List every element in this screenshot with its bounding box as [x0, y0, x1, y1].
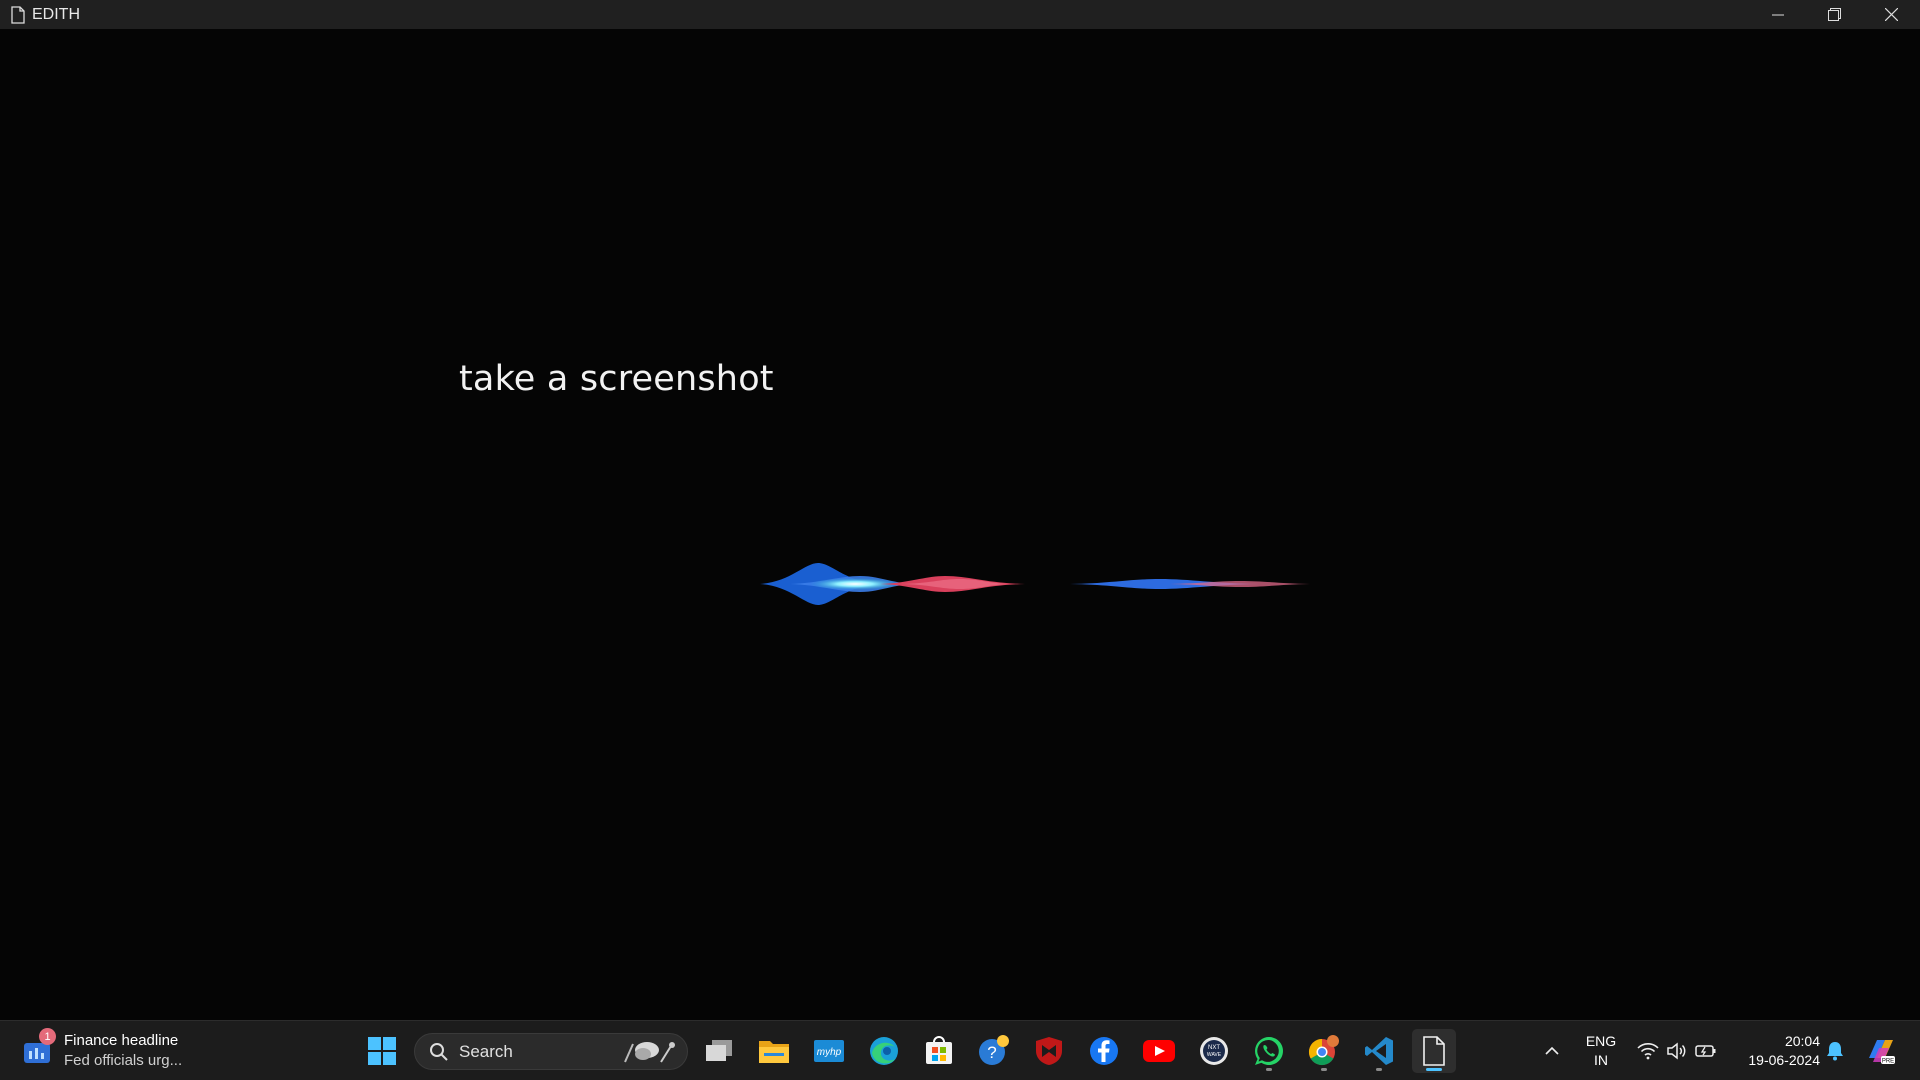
mcafee-button[interactable] [1027, 1029, 1071, 1073]
wifi-icon[interactable] [1636, 1039, 1660, 1063]
restore-icon [1828, 8, 1841, 21]
search-highlight-icon [619, 1038, 679, 1071]
edith-icon [1423, 1036, 1445, 1066]
nxtwave-button[interactable]: NXT WAVE [1192, 1029, 1236, 1073]
search-label: Search [459, 1041, 513, 1061]
news-widget[interactable]: 1 Finance headline Fed officials urg... [20, 1027, 182, 1075]
title-bar: EDITH [0, 0, 1920, 29]
edge-button[interactable] [862, 1029, 906, 1073]
store-button[interactable] [917, 1029, 961, 1073]
whatsapp-button[interactable] [1247, 1029, 1291, 1073]
document-icon [7, 4, 29, 26]
chrome-button[interactable] [1302, 1029, 1346, 1073]
notifications-button[interactable] [1823, 1039, 1847, 1063]
nxtwave-icon: NXT WAVE [1200, 1037, 1228, 1065]
mcafee-icon [1036, 1037, 1062, 1065]
facebook-icon [1090, 1037, 1118, 1065]
edge-icon [870, 1037, 898, 1065]
battery-icon[interactable] [1694, 1039, 1718, 1063]
clock-date: 19-06-2024 [1748, 1052, 1820, 1068]
assistant-view: take a screenshot [0, 29, 1920, 1020]
svg-text:NXT: NXT [1208, 1045, 1220, 1051]
copilot-icon: PRE [1869, 1040, 1895, 1065]
region-code: IN [1594, 1052, 1608, 1068]
close-button[interactable] [1863, 0, 1920, 29]
minimize-button[interactable] [1749, 0, 1806, 29]
svg-text:PRE: PRE [1882, 1059, 1894, 1065]
svg-text:myhp: myhp [817, 1047, 842, 1058]
speech-transcript: take a screenshot [459, 359, 774, 399]
restore-button[interactable] [1806, 0, 1863, 29]
start-button[interactable] [360, 1029, 404, 1073]
svg-text:WAVE: WAVE [1207, 1052, 1222, 1058]
language-indicator[interactable]: ENG IN [1583, 1032, 1619, 1070]
search-box[interactable]: Search [414, 1033, 688, 1070]
volume-icon[interactable] [1665, 1039, 1689, 1063]
show-hidden-icons-button[interactable] [1540, 1039, 1564, 1063]
bell-icon [1827, 1042, 1843, 1061]
voice-waveform [470, 563, 1450, 605]
task-view-button[interactable] [697, 1029, 741, 1073]
chevron-up-icon [1545, 1046, 1559, 1055]
language-code: ENG [1585, 1033, 1617, 1049]
running-indicator [1321, 1068, 1327, 1071]
widget-subline: Fed officials urg... [64, 1052, 183, 1069]
edith-button[interactable] [1412, 1029, 1456, 1073]
get-help-button[interactable]: ? [972, 1029, 1016, 1073]
widget-headline: Finance headline [64, 1032, 179, 1049]
file-explorer-icon [759, 1041, 789, 1063]
running-indicator [1266, 1068, 1272, 1071]
help-icon: ? [979, 1035, 1009, 1065]
chrome-icon [1308, 1035, 1339, 1066]
active-indicator [1426, 1068, 1442, 1071]
window-title: EDITH [32, 5, 80, 23]
clock[interactable]: 20:04 19-06-2024 [1732, 1032, 1820, 1070]
facebook-button[interactable] [1082, 1029, 1126, 1073]
notification-badge: 1 [39, 1028, 56, 1045]
store-icon [926, 1036, 952, 1064]
search-icon [429, 1042, 449, 1062]
youtube-icon [1143, 1040, 1175, 1062]
file-explorer-button[interactable] [752, 1029, 796, 1073]
vscode-icon [1365, 1037, 1393, 1065]
vscode-button[interactable] [1357, 1029, 1401, 1073]
myhp-icon: myhp [814, 1040, 844, 1062]
close-icon [1885, 8, 1898, 21]
whatsapp-icon [1255, 1037, 1283, 1065]
clock-time: 20:04 [1784, 1033, 1820, 1049]
start-icon [368, 1037, 396, 1065]
myhp-button[interactable]: myhp [807, 1029, 851, 1073]
youtube-button[interactable] [1137, 1029, 1181, 1073]
taskbar: 1 Finance headline Fed officials urg... … [0, 1020, 1920, 1080]
task-view-icon [706, 1040, 732, 1061]
finance-chart-icon: 1 [20, 1028, 56, 1068]
minimize-icon [1771, 14, 1784, 15]
copilot-button[interactable]: PRE [1864, 1034, 1898, 1068]
svg-text:?: ? [987, 1043, 996, 1062]
running-indicator [1376, 1068, 1382, 1071]
